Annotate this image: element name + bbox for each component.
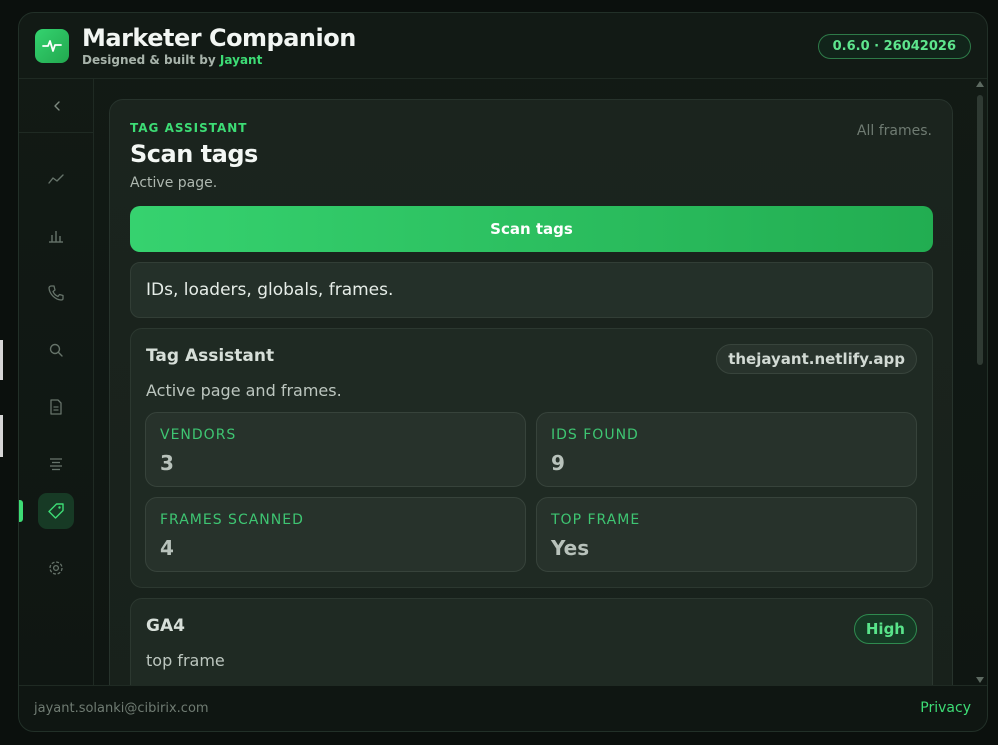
scan-scope-label: All frames. <box>856 123 932 139</box>
scrollbar[interactable] <box>973 79 987 685</box>
author-name: Jayant <box>219 53 263 67</box>
summary-card-title: Tag Assistant <box>146 346 275 366</box>
stat-value: Yes <box>551 536 590 560</box>
privacy-link[interactable]: Privacy <box>920 700 971 716</box>
scroll-up-arrow-icon <box>976 81 984 87</box>
sidebar <box>19 79 94 685</box>
tag-icon <box>48 503 64 519</box>
domain-badge: thejayant.netlify.app <box>716 344 917 374</box>
stat-vendors: VENDORS 3 <box>145 412 526 487</box>
stat-value: 9 <box>551 451 565 475</box>
footer: jayant.solanki@cibirix.com Privacy <box>19 685 987 731</box>
confidence-badge: High <box>853 614 917 644</box>
list-icon <box>50 458 62 471</box>
trend-line-icon <box>48 174 64 184</box>
stat-ids-found: IDS FOUND 9 <box>536 412 917 487</box>
vendor-card-ga4: GA4 High top frame <box>130 598 933 685</box>
scroll-down-arrow-icon <box>976 677 984 683</box>
summary-card-subtitle: Active page and frames. <box>146 381 342 400</box>
subtitle-prefix: Designed & built by <box>82 53 216 67</box>
stat-label: FRAMES SCANNED <box>160 512 304 528</box>
document-icon <box>50 399 62 415</box>
app-window: Marketer Companion Designed & built by J… <box>18 12 988 732</box>
sidebar-item-documents[interactable] <box>38 389 74 425</box>
sidebar-item-tag-assistant[interactable] <box>38 493 74 529</box>
sidebar-item-analytics[interactable] <box>38 161 74 197</box>
scan-tags-button[interactable]: Scan tags <box>130 206 933 252</box>
sidebar-item-reports[interactable] <box>38 218 74 254</box>
chevron-left-icon <box>53 100 60 111</box>
vendor-card-subtitle: top frame <box>146 651 225 670</box>
sidebar-item-settings[interactable] <box>38 550 74 586</box>
collapse-sidebar-button[interactable] <box>19 79 94 133</box>
app-title: Marketer Companion <box>82 24 356 52</box>
stat-frames-scanned: FRAMES SCANNED 4 <box>145 497 526 572</box>
bar-chart-icon <box>49 231 63 243</box>
panel-subtitle: Active page. <box>130 175 218 191</box>
phone-icon <box>48 285 64 301</box>
app-subtitle: Designed & built by Jayant <box>82 53 262 67</box>
scan-hint: IDs, loaders, globals, frames. <box>130 262 933 318</box>
scrollbar-thumb[interactable] <box>977 95 983 365</box>
stat-top-frame: TOP FRAME Yes <box>536 497 917 572</box>
gear-icon <box>49 561 63 575</box>
panel-title: Scan tags <box>130 140 258 168</box>
stat-value: 3 <box>160 451 174 475</box>
vendor-card-title: GA4 <box>146 616 185 636</box>
stat-label: TOP FRAME <box>551 512 641 528</box>
stat-value: 4 <box>160 536 174 560</box>
search-icon <box>49 343 63 357</box>
version-badge: 0.6.0 · 26042026 <box>817 34 971 59</box>
window-edge-mark <box>0 415 3 457</box>
active-nav-indicator <box>19 500 23 522</box>
sidebar-item-search[interactable] <box>38 332 74 368</box>
app-header: Marketer Companion Designed & built by J… <box>19 13 987 79</box>
stat-label: VENDORS <box>160 427 237 443</box>
pulse-logo-icon <box>35 29 69 63</box>
panel-eyebrow: TAG ASSISTANT <box>130 121 248 135</box>
tag-assistant-panel: TAG ASSISTANT Scan tags Active page. All… <box>109 99 953 685</box>
window-edge-mark <box>0 340 3 380</box>
sidebar-item-calls[interactable] <box>38 275 74 311</box>
main-content[interactable]: TAG ASSISTANT Scan tags Active page. All… <box>95 79 973 685</box>
user-email: jayant.solanki@cibirix.com <box>34 701 209 716</box>
stat-label: IDS FOUND <box>551 427 639 443</box>
summary-card: Tag Assistant thejayant.netlify.app Acti… <box>130 328 933 588</box>
sidebar-item-list[interactable] <box>38 446 74 482</box>
